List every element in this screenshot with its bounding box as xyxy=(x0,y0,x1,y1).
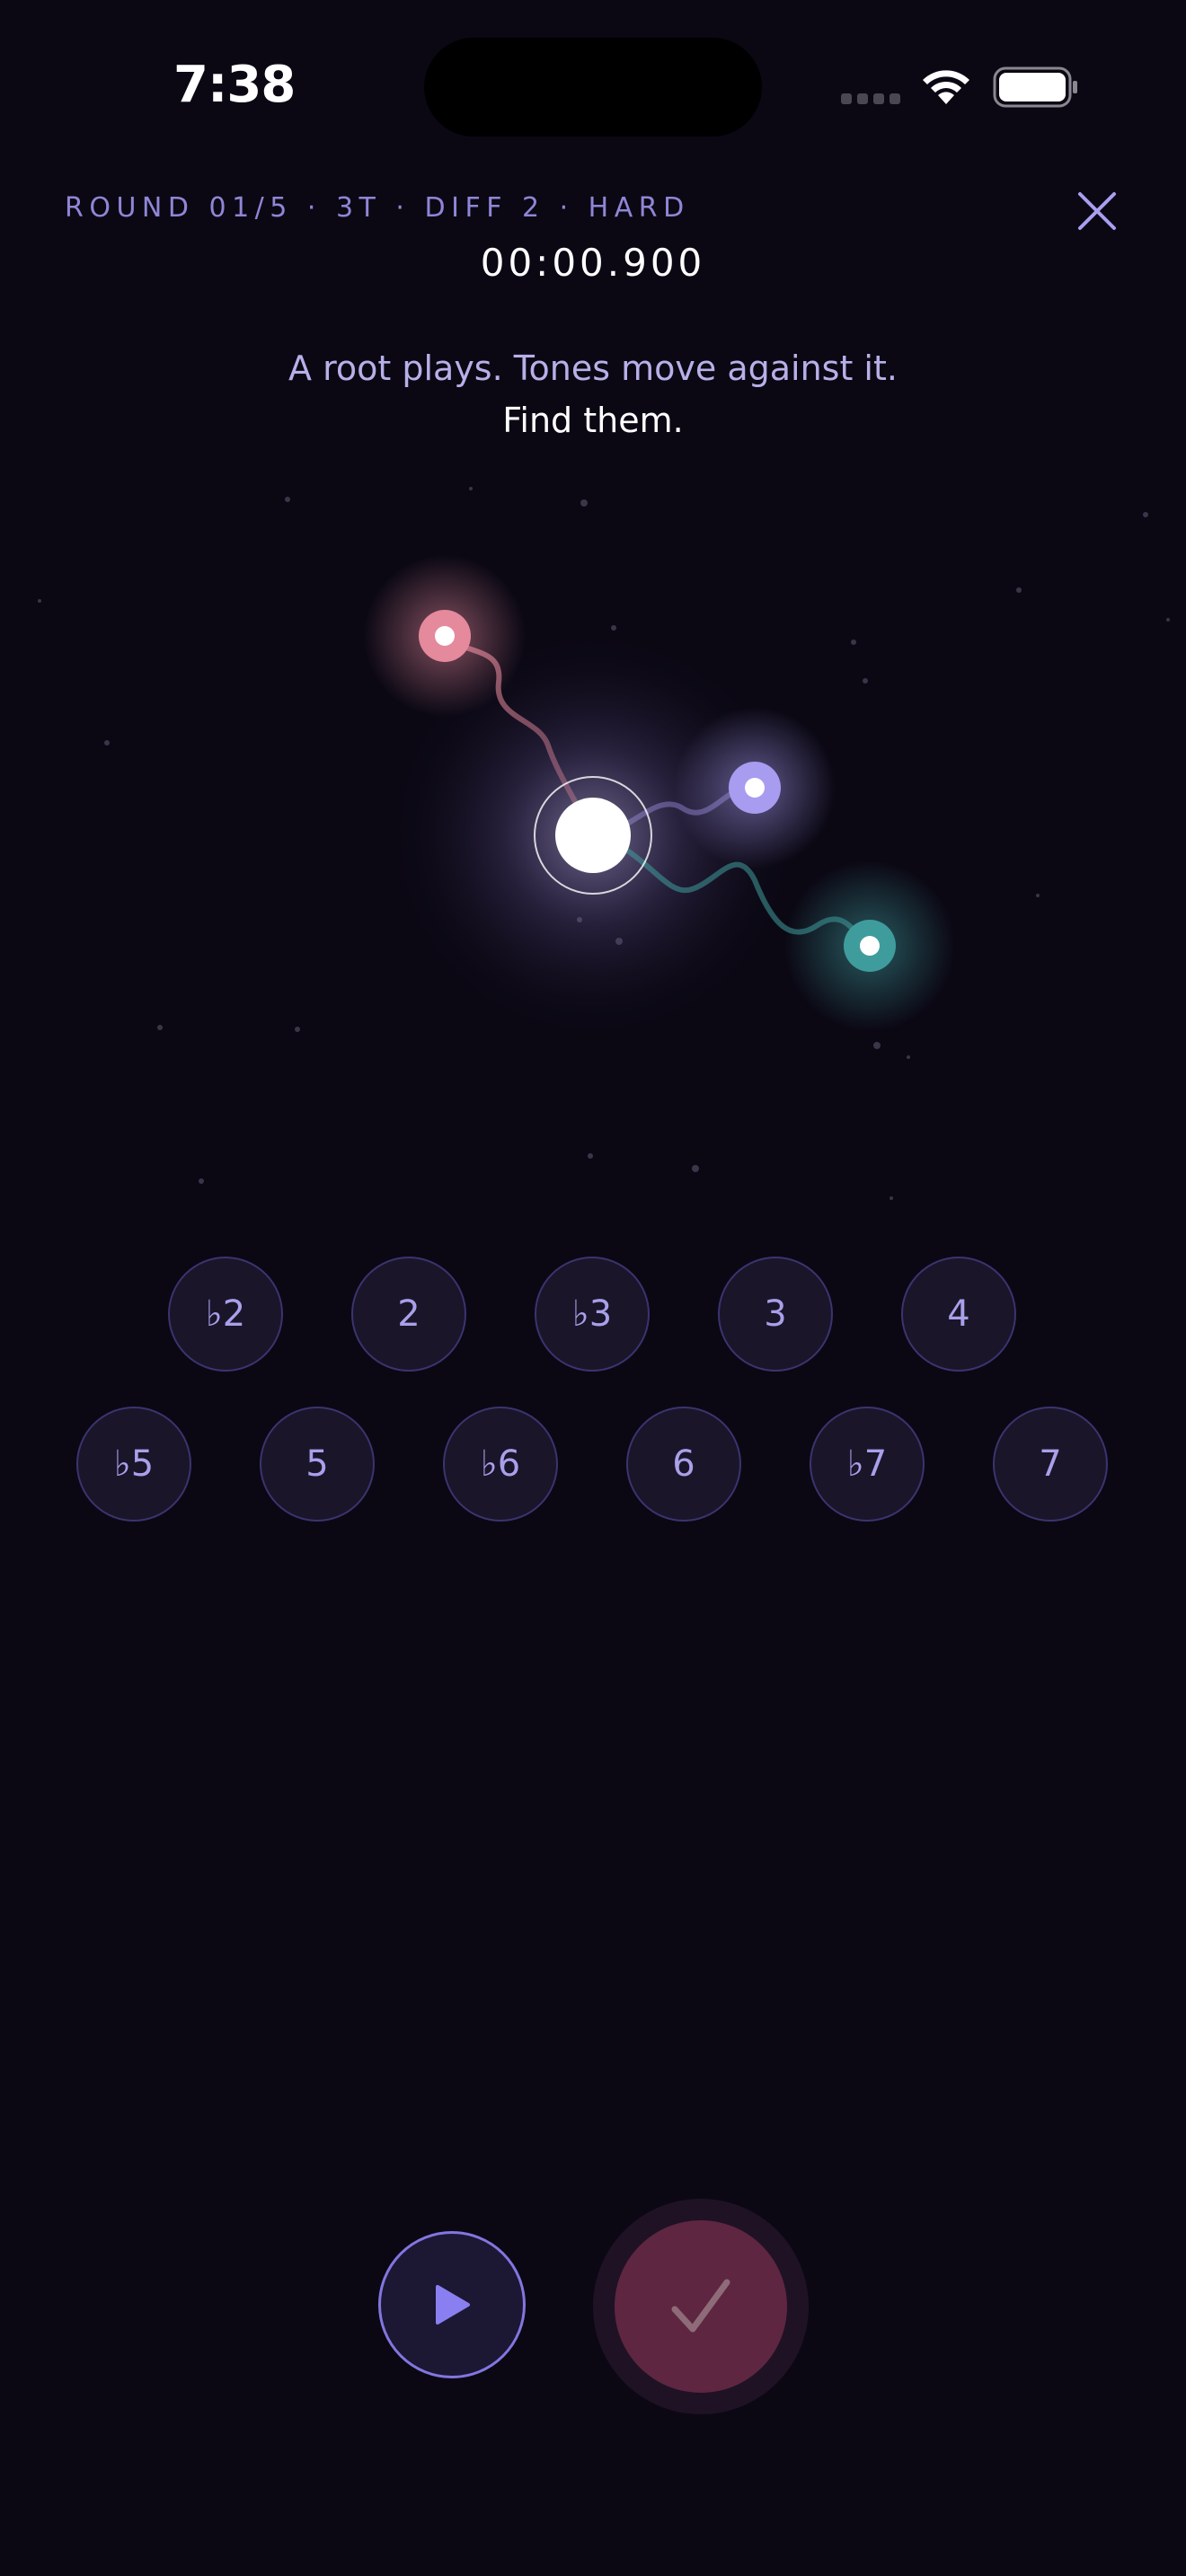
interval-button-flat6[interactable]: ♭6 xyxy=(443,1407,558,1522)
interval-button-5[interactable]: 5 xyxy=(260,1407,375,1522)
round-info: ROUND 01/5 · 3T · DIFF 2 · HARD xyxy=(65,192,690,224)
submit-button[interactable] xyxy=(615,2220,787,2393)
checkmark-icon xyxy=(671,2279,730,2333)
close-button[interactable] xyxy=(1075,189,1120,234)
play-button[interactable] xyxy=(378,2231,526,2378)
instruction-text: A root plays. Tones move against it. xyxy=(288,348,898,388)
interval-button-flat7[interactable]: ♭7 xyxy=(810,1407,925,1522)
dynamic-island xyxy=(424,38,762,137)
cellular-signal-icon xyxy=(841,93,900,104)
battery-icon xyxy=(993,66,1077,108)
tone-visualization xyxy=(38,487,1170,1200)
tone-node-pink xyxy=(419,610,471,662)
interval-button-6[interactable]: 6 xyxy=(626,1407,741,1522)
wifi-icon xyxy=(923,70,969,104)
interval-button-2[interactable]: 2 xyxy=(351,1257,466,1372)
submit-button-ring xyxy=(593,2199,809,2414)
tone-node-teal xyxy=(844,920,896,972)
instruction-prompt: Find them. xyxy=(502,401,684,440)
interval-button-flat3[interactable]: ♭3 xyxy=(535,1257,650,1372)
interval-button-3[interactable]: 3 xyxy=(718,1257,833,1372)
interval-button-flat2[interactable]: ♭2 xyxy=(168,1257,283,1372)
interval-button-7[interactable]: 7 xyxy=(993,1407,1108,1522)
timer: 00:00.900 xyxy=(480,241,706,285)
interval-button-4[interactable]: 4 xyxy=(901,1257,1016,1372)
close-icon xyxy=(1078,192,1116,230)
tone-node-lavender xyxy=(729,762,781,814)
status-time: 7:38 xyxy=(173,56,296,114)
interval-button-flat5[interactable]: ♭5 xyxy=(76,1407,191,1522)
play-icon xyxy=(436,2285,470,2325)
